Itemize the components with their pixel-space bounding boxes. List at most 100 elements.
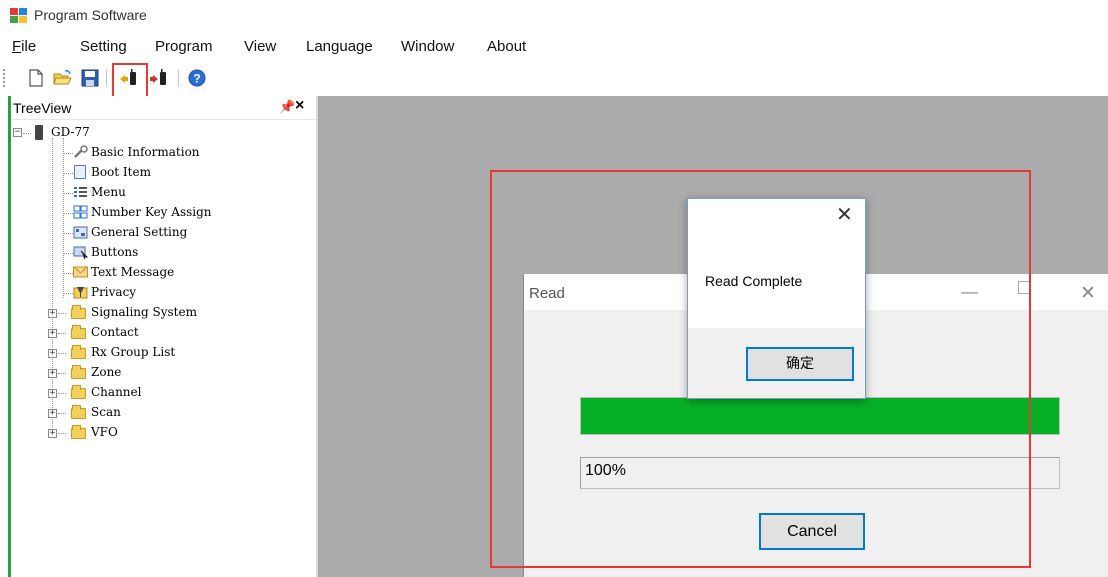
- menu-language[interactable]: Language: [306, 38, 373, 55]
- open-folder-icon[interactable]: [52, 68, 72, 88]
- tree-item-rx-group-list[interactable]: + Rx Group List: [11, 344, 311, 362]
- menu-file[interactable]: File: [12, 38, 36, 55]
- collapse-icon[interactable]: −: [13, 128, 22, 137]
- envelope-icon: [73, 266, 88, 280]
- tree-item-label: Zone: [91, 365, 122, 379]
- progress-percent-field: 100%: [580, 457, 1060, 489]
- expand-icon[interactable]: +: [48, 329, 57, 338]
- message-text: Read Complete: [705, 273, 803, 289]
- tree-connector: [58, 393, 66, 394]
- expand-icon[interactable]: +: [48, 429, 57, 438]
- expand-icon[interactable]: +: [48, 309, 57, 318]
- tree-item-general-setting[interactable]: General Setting: [11, 224, 311, 242]
- folder-icon: [71, 365, 86, 379]
- expand-icon[interactable]: +: [48, 349, 57, 358]
- tree-item-zone[interactable]: + Zone: [11, 364, 311, 382]
- folder-icon: [71, 325, 86, 339]
- expand-icon[interactable]: +: [48, 389, 57, 398]
- menu-view[interactable]: View: [244, 38, 276, 55]
- tree-item-label: Privacy: [91, 285, 137, 299]
- tree-item-label: Scan: [91, 405, 121, 419]
- tree-item-privacy[interactable]: Privacy: [11, 284, 311, 302]
- folder-icon: [71, 345, 86, 359]
- new-file-icon[interactable]: [26, 68, 46, 88]
- tree-item-label: Signaling System: [91, 305, 197, 319]
- treeview-header: TreeView 📌 ×: [11, 96, 316, 120]
- tree-item-signaling-system[interactable]: + Signaling System: [11, 304, 311, 322]
- toolbar-grip[interactable]: [3, 69, 6, 87]
- treeview-title: TreeView: [13, 100, 72, 116]
- tree-item-label: Channel: [91, 385, 142, 399]
- progress-fill: [581, 398, 1059, 434]
- tree-connector: [58, 313, 66, 314]
- tree-item-label: Contact: [91, 325, 139, 339]
- toolbar-separator: [106, 69, 107, 87]
- tree-connector: [63, 193, 73, 194]
- menu-window[interactable]: Window: [401, 38, 454, 55]
- tree-item-basic-information[interactable]: Basic Information: [11, 144, 311, 162]
- tree-item-label: Text Message: [91, 265, 175, 279]
- maximize-icon[interactable]: [1018, 281, 1031, 294]
- tree-connector: [63, 173, 73, 174]
- pin-icon[interactable]: 📌: [279, 99, 295, 115]
- ok-button[interactable]: 确定: [746, 347, 854, 381]
- keypad-icon: [73, 205, 88, 219]
- tree-connector: [58, 373, 66, 374]
- menu-setting[interactable]: Setting: [80, 38, 127, 55]
- tree-connector: [63, 293, 73, 294]
- save-icon[interactable]: [80, 68, 100, 88]
- tree-connector: [63, 253, 73, 254]
- tree-item-contact[interactable]: + Contact: [11, 324, 311, 342]
- tree-item-boot-item[interactable]: Boot Item: [11, 164, 311, 182]
- list-icon: [73, 185, 88, 199]
- write-to-radio-icon[interactable]: [149, 68, 169, 88]
- read-dialog-title: Read: [529, 285, 565, 302]
- program-software-icon: [10, 8, 28, 24]
- tree-connector: [58, 413, 66, 414]
- tree-item-label: Number Key Assign: [91, 205, 212, 219]
- title-bar: Program Software: [0, 0, 1108, 32]
- tree-item-text-message[interactable]: Text Message: [11, 264, 311, 282]
- close-icon[interactable]: ✕: [1080, 282, 1096, 305]
- tree-item-label: Buttons: [91, 245, 139, 259]
- folder-icon: [71, 405, 86, 419]
- tree-item-vfo[interactable]: + VFO: [11, 424, 311, 442]
- tree-item-label: Basic Information: [91, 145, 200, 159]
- minimize-icon[interactable]: —: [961, 282, 978, 302]
- tree-item-number-key-assign[interactable]: Number Key Assign: [11, 204, 311, 222]
- expand-icon[interactable]: +: [48, 409, 57, 418]
- tree-item-buttons[interactable]: Buttons: [11, 244, 311, 262]
- cancel-button[interactable]: Cancel: [759, 513, 865, 550]
- tree-node-root[interactable]: − GD-77: [11, 124, 311, 142]
- menu-about[interactable]: About: [487, 38, 526, 55]
- tree-connector: [23, 133, 31, 134]
- tree-item-menu[interactable]: Menu: [11, 184, 311, 202]
- read-progress-bar: [580, 397, 1060, 435]
- close-icon[interactable]: ✕: [836, 202, 853, 227]
- tree-item-scan[interactable]: + Scan: [11, 404, 311, 422]
- tree-item-label: VFO: [91, 425, 118, 439]
- menu-program[interactable]: Program: [155, 38, 213, 55]
- help-icon[interactable]: ?: [187, 68, 207, 88]
- tree-item-label: General Setting: [91, 225, 188, 239]
- privacy-icon: [73, 285, 88, 299]
- tree-connector: [63, 233, 73, 234]
- menu-bar: File Setting Program View Language Windo…: [0, 34, 1108, 60]
- expand-icon[interactable]: +: [48, 369, 57, 378]
- svg-text:?: ?: [193, 72, 200, 86]
- message-box-footer: 确定: [688, 328, 865, 398]
- tree-connector: [63, 153, 73, 154]
- tree-item-label: Rx Group List: [91, 345, 176, 359]
- tree-connector: [63, 213, 73, 214]
- close-icon[interactable]: ×: [295, 97, 304, 115]
- tree-connector: [58, 433, 66, 434]
- tree-item-channel[interactable]: + Channel: [11, 384, 311, 402]
- wrench-icon: [73, 145, 88, 159]
- document-icon: [74, 165, 86, 179]
- tree-item-label: Boot Item: [91, 165, 151, 179]
- tree-root-label: GD-77: [51, 125, 90, 139]
- message-box: ✕ Read Complete 确定: [687, 198, 866, 399]
- buttons-icon: [73, 245, 89, 260]
- toolbar: ?: [0, 62, 1108, 94]
- window-title: Program Software: [34, 7, 147, 23]
